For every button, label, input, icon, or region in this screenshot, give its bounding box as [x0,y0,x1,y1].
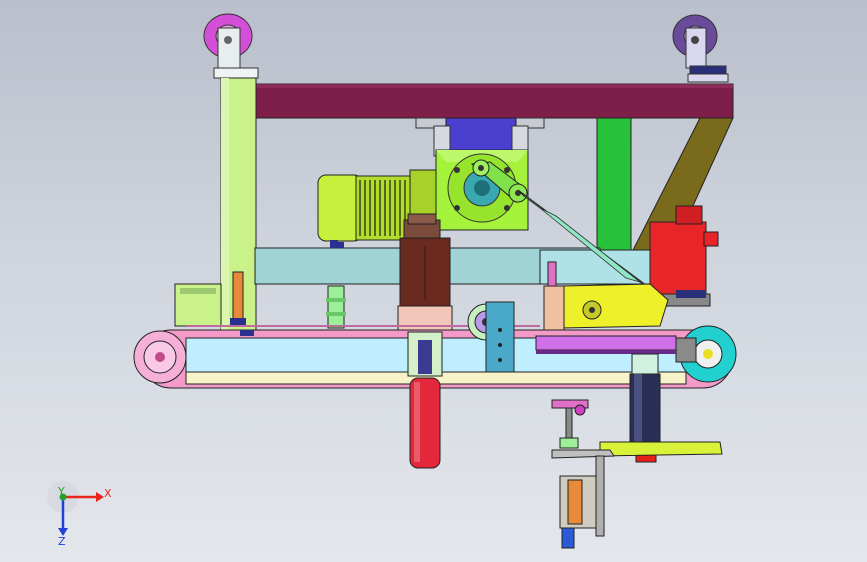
caster-right [672,14,729,83]
frame-top-beam [254,83,734,119]
y-axis-label: Y [57,485,65,498]
center-post [326,285,346,329]
cad-viewport[interactable]: X Y Z [0,0,867,562]
axis-triad: X Y Z [47,481,112,548]
red-cylinder [407,331,443,469]
conveyor-tensioner [535,335,677,354]
caster-left [203,13,259,79]
x-axis-label: X [104,487,112,500]
gripper-assembly [551,399,615,549]
left-sensor-bracket [174,271,246,327]
conveyor-pulley-left [133,330,187,384]
z-axis-label: Z [58,535,66,548]
vertical-servo [397,213,453,333]
x-axis-arrowhead [96,492,104,502]
